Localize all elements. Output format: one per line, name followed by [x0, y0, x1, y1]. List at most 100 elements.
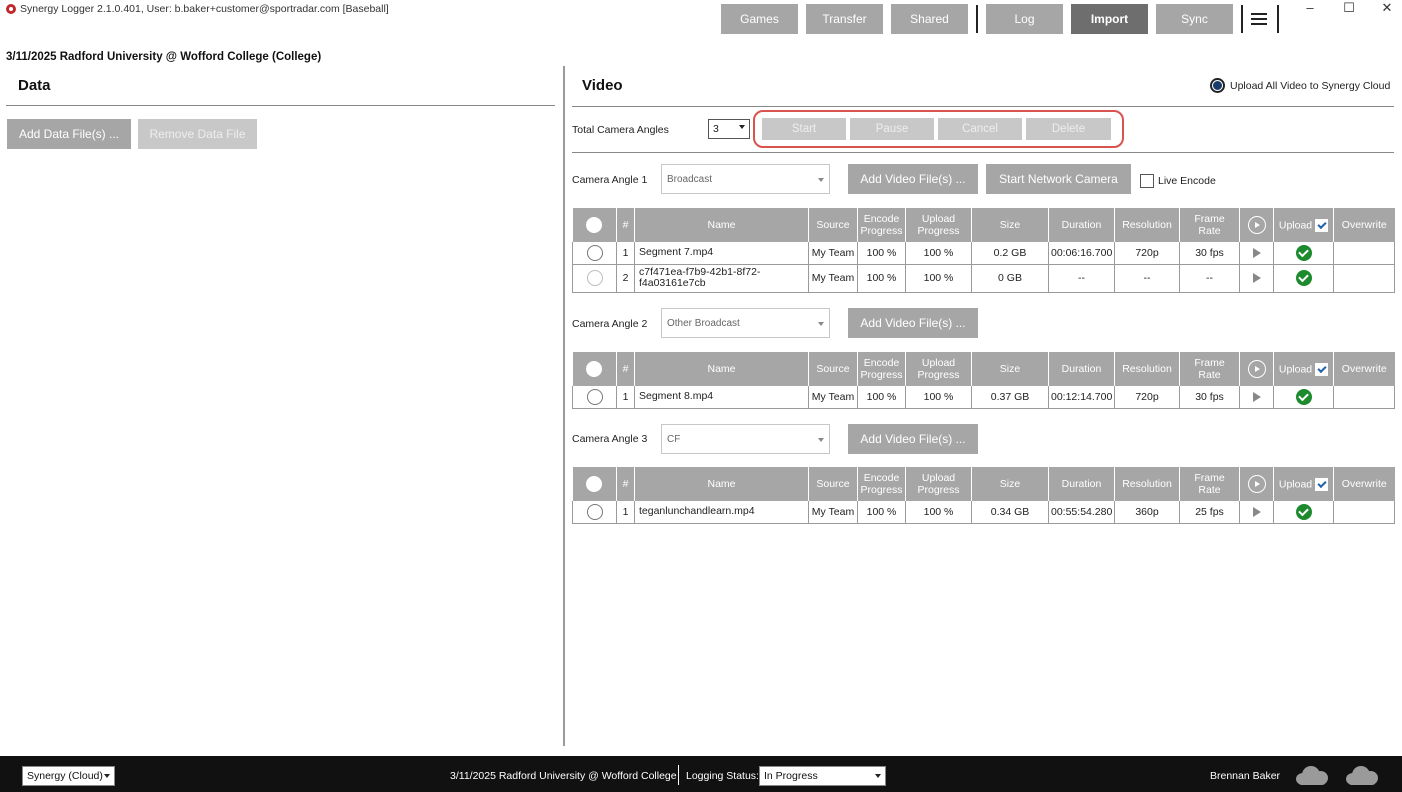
table-row[interactable]: 1 teganlunchandlearn.mp4 My Team 100 % 1…: [572, 501, 1395, 524]
col-encode-progress[interactable]: Encode Progress: [857, 352, 906, 386]
start-network-camera-button[interactable]: Start Network Camera: [986, 164, 1131, 194]
row-overwrite[interactable]: [1333, 264, 1395, 293]
nav-transfer-button[interactable]: Transfer: [806, 4, 883, 34]
upload-check-icon[interactable]: [1273, 501, 1334, 524]
col-upload[interactable]: Upload: [1273, 467, 1334, 501]
row-select-radio[interactable]: [572, 242, 617, 265]
live-encode-option[interactable]: Live Encode: [1140, 174, 1216, 188]
nav-games-button[interactable]: Games: [721, 4, 798, 34]
cloud-icon[interactable]: [1294, 764, 1330, 786]
row-select-radio[interactable]: [572, 386, 617, 409]
row-select-radio[interactable]: [572, 501, 617, 524]
col-encode-progress[interactable]: Encode Progress: [857, 467, 906, 501]
col-resolution[interactable]: Resolution: [1114, 208, 1180, 242]
table-row[interactable]: 1 Segment 7.mp4 My Team 100 % 100 % 0.2 …: [572, 242, 1395, 265]
col-size[interactable]: Size: [971, 352, 1049, 386]
col-source[interactable]: Source: [808, 467, 858, 501]
upload-all-checkbox[interactable]: [1315, 362, 1329, 376]
play-icon[interactable]: [1239, 501, 1274, 524]
camera-angle-2-label: Camera Angle 2: [572, 318, 648, 330]
col-name[interactable]: Name: [634, 467, 809, 501]
col-overwrite[interactable]: Overwrite: [1333, 352, 1395, 386]
row-duration: --: [1048, 264, 1115, 293]
col-num: #: [616, 467, 635, 501]
play-icon[interactable]: [1239, 242, 1274, 265]
col-frame-rate[interactable]: Frame Rate: [1179, 352, 1240, 386]
panel-divider: [563, 66, 565, 746]
col-upload-progress[interactable]: Upload Progress: [905, 208, 972, 242]
col-frame-rate[interactable]: Frame Rate: [1179, 208, 1240, 242]
play-icon[interactable]: [1239, 264, 1274, 293]
col-upload-progress[interactable]: Upload Progress: [905, 352, 972, 386]
table-row[interactable]: 1 Segment 8.mp4 My Team 100 % 100 % 0.37…: [572, 386, 1395, 409]
col-encode-progress[interactable]: Encode Progress: [857, 208, 906, 242]
upload-check-icon[interactable]: [1273, 386, 1334, 409]
row-num: 1: [616, 501, 635, 524]
live-encode-checkbox[interactable]: [1140, 174, 1154, 188]
minimize-button[interactable]: –: [1300, 0, 1320, 16]
play-all-icon[interactable]: [1239, 208, 1274, 242]
table-header-row: # Name Source Encode Progress Upload Pro…: [572, 467, 1395, 501]
remove-data-file-button[interactable]: Remove Data File: [138, 119, 257, 149]
col-upload-progress[interactable]: Upload Progress: [905, 467, 972, 501]
camera-angle-3-select[interactable]: CF: [661, 424, 830, 454]
col-upload[interactable]: Upload: [1273, 208, 1334, 242]
nav-sync-button[interactable]: Sync: [1156, 4, 1233, 34]
row-overwrite[interactable]: [1333, 386, 1395, 409]
play-all-icon[interactable]: [1239, 467, 1274, 501]
logging-status-select[interactable]: In Progress: [759, 766, 886, 786]
add-video-file-button-2[interactable]: Add Video File(s) ...: [848, 308, 978, 338]
close-button[interactable]: ✕: [1377, 0, 1397, 16]
upload-all-checkbox[interactable]: [1315, 477, 1329, 491]
col-duration[interactable]: Duration: [1048, 467, 1115, 501]
upload-all-radio[interactable]: [1210, 78, 1225, 93]
play-all-icon[interactable]: [1239, 352, 1274, 386]
row-overwrite[interactable]: [1333, 501, 1395, 524]
col-source[interactable]: Source: [808, 352, 858, 386]
camera-angle-2-select[interactable]: Other Broadcast: [661, 308, 830, 338]
upload-all-option[interactable]: Upload All Video to Synergy Cloud: [1210, 78, 1390, 93]
nav-import-button[interactable]: Import: [1071, 4, 1148, 34]
maximize-button[interactable]: ☐: [1339, 0, 1359, 16]
select-all-radio[interactable]: [572, 352, 617, 386]
col-overwrite[interactable]: Overwrite: [1333, 467, 1395, 501]
nav-log-button[interactable]: Log: [986, 4, 1063, 34]
add-video-file-button-1[interactable]: Add Video File(s) ...: [848, 164, 978, 194]
col-resolution[interactable]: Resolution: [1114, 467, 1180, 501]
col-size[interactable]: Size: [971, 467, 1049, 501]
col-resolution[interactable]: Resolution: [1114, 352, 1180, 386]
camera-angle-2-value: Other Broadcast: [667, 317, 740, 329]
row-frame-rate: --: [1179, 264, 1240, 293]
add-video-file-button-3[interactable]: Add Video File(s) ...: [848, 424, 978, 454]
col-name[interactable]: Name: [634, 208, 809, 242]
col-upload[interactable]: Upload: [1273, 352, 1334, 386]
col-frame-rate[interactable]: Frame Rate: [1179, 467, 1240, 501]
select-all-radio[interactable]: [572, 208, 617, 242]
play-icon[interactable]: [1239, 386, 1274, 409]
col-overwrite[interactable]: Overwrite: [1333, 208, 1395, 242]
col-size[interactable]: Size: [971, 208, 1049, 242]
row-duration: 00:06:16.700: [1048, 242, 1115, 265]
row-overwrite[interactable]: [1333, 242, 1395, 265]
row-size: 0 GB: [971, 264, 1049, 293]
cloud-sync-icon[interactable]: [1344, 764, 1380, 786]
upload-all-checkbox[interactable]: [1315, 218, 1329, 232]
camera-angle-1-select[interactable]: Broadcast: [661, 164, 830, 194]
server-select[interactable]: Synergy (Cloud): [22, 766, 115, 786]
row-encode: 100 %: [857, 264, 906, 293]
col-name[interactable]: Name: [634, 352, 809, 386]
row-size: 0.34 GB: [971, 501, 1049, 524]
menu-hamburger-icon[interactable]: [1251, 13, 1267, 25]
table-row[interactable]: 2 c7f471ea-f7b9-42b1-8f72-f4a03161e7cb M…: [572, 264, 1395, 293]
col-duration[interactable]: Duration: [1048, 352, 1115, 386]
total-camera-angles-select[interactable]: 3: [708, 119, 750, 139]
nav-shared-button[interactable]: Shared: [891, 4, 968, 34]
upload-check-icon[interactable]: [1273, 264, 1334, 293]
row-select-radio[interactable]: [572, 264, 617, 293]
col-duration[interactable]: Duration: [1048, 208, 1115, 242]
col-source[interactable]: Source: [808, 208, 858, 242]
footer-separator: [678, 765, 679, 785]
add-data-file-button[interactable]: Add Data File(s) ...: [7, 119, 131, 149]
select-all-radio[interactable]: [572, 467, 617, 501]
upload-check-icon[interactable]: [1273, 242, 1334, 265]
